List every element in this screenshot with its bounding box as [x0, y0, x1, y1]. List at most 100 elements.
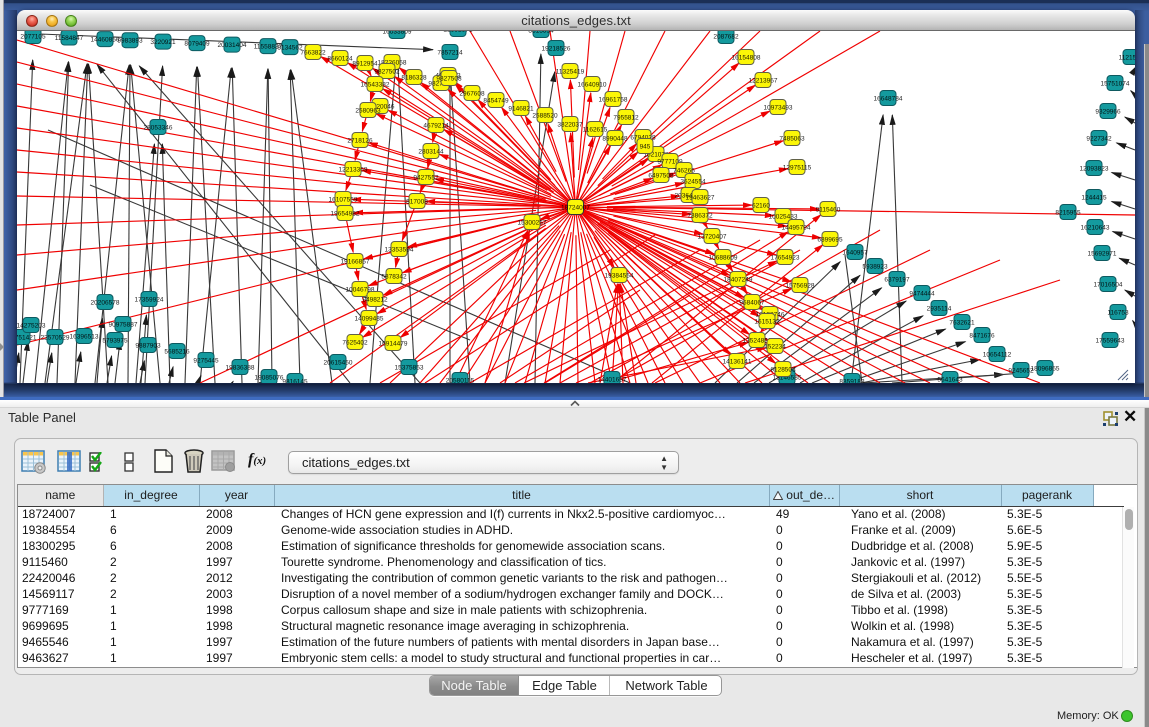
svg-text:9427552: 9427552 — [413, 175, 439, 182]
svg-text:16154808: 16154808 — [732, 55, 761, 62]
svg-text:8134562: 8134562 — [277, 45, 303, 52]
svg-text:16961758: 16961758 — [599, 97, 628, 104]
svg-text:1121513: 1121513 — [1119, 55, 1135, 62]
svg-text:5938923: 5938923 — [862, 264, 888, 271]
svg-text:945: 945 — [640, 144, 651, 151]
svg-text:15692971: 15692971 — [1088, 251, 1117, 258]
svg-text:7955812: 7955812 — [613, 115, 639, 122]
svg-text:2803144: 2803144 — [418, 149, 444, 156]
svg-text:14099485: 14099485 — [355, 316, 384, 323]
svg-text:6899695: 6899695 — [817, 237, 843, 244]
svg-text:16640910: 16640910 — [578, 82, 607, 89]
svg-text:2935114: 2935114 — [927, 306, 952, 313]
svg-text:18407249: 18407249 — [724, 277, 753, 284]
svg-text:17751421: 17751421 — [17, 335, 37, 342]
svg-text:18724007: 18724007 — [561, 205, 590, 212]
svg-text:15375853: 15375853 — [395, 365, 424, 372]
svg-text:10688609: 10688609 — [709, 255, 738, 262]
svg-text:15756928: 15756928 — [786, 283, 815, 290]
svg-text:19384554: 19384554 — [605, 273, 634, 280]
svg-text:8079409: 8079409 — [184, 41, 210, 48]
svg-text:17359924: 17359924 — [135, 297, 164, 304]
svg-text:7663822: 7663822 — [300, 50, 326, 57]
svg-text:1162615: 1162615 — [583, 127, 608, 134]
svg-text:8454749: 8454749 — [483, 98, 509, 105]
svg-text:3624554: 3624554 — [680, 179, 706, 186]
svg-text:20615450: 20615450 — [324, 360, 353, 367]
svg-text:2077105: 2077105 — [20, 34, 46, 41]
svg-text:12975115: 12975115 — [783, 165, 812, 172]
svg-text:6497508: 6497508 — [648, 173, 674, 180]
svg-text:62160: 62160 — [752, 203, 770, 210]
svg-text:9827508: 9827508 — [436, 76, 462, 83]
svg-text:9827502: 9827502 — [374, 69, 400, 76]
svg-text:14275203: 14275203 — [17, 323, 46, 330]
svg-text:9684067: 9684067 — [739, 300, 765, 307]
svg-text:22992872: 22992872 — [444, 31, 473, 34]
svg-text:13720407: 13720407 — [698, 234, 727, 241]
svg-text:10654112: 10654112 — [983, 352, 1012, 359]
svg-text:9115460: 9115460 — [816, 207, 841, 214]
svg-text:14136141: 14136141 — [723, 359, 752, 366]
svg-text:90975887: 90975887 — [109, 322, 138, 329]
svg-text:19463627: 19463627 — [686, 195, 715, 202]
svg-text:6379197: 6379197 — [884, 277, 910, 284]
svg-text:817008: 817008 — [406, 199, 428, 206]
svg-text:6128503: 6128503 — [770, 367, 796, 374]
svg-text:5685216: 5685216 — [164, 349, 190, 356]
svg-text:8359183: 8359183 — [839, 379, 865, 384]
svg-text:19218526: 19218526 — [542, 46, 571, 53]
svg-text:4679214: 4679214 — [423, 123, 449, 130]
svg-text:17016504: 17016504 — [1094, 282, 1123, 289]
svg-text:16033809: 16033809 — [383, 31, 412, 36]
svg-text:19085076: 19085076 — [255, 375, 284, 382]
svg-text:12093823: 12093823 — [1080, 166, 1109, 173]
svg-text:1615132: 1615132 — [754, 319, 780, 326]
svg-text:17559643: 17559643 — [1096, 338, 1125, 345]
svg-text:7386372: 7386372 — [687, 213, 713, 220]
svg-text:12213369: 12213369 — [339, 167, 368, 174]
svg-text:2580963: 2580963 — [355, 108, 381, 115]
svg-text:16543382: 16543382 — [361, 82, 390, 89]
svg-text:14460856: 14460856 — [91, 37, 120, 44]
svg-text:11584847: 11584847 — [55, 35, 84, 42]
svg-text:13353594: 13353594 — [385, 247, 414, 254]
svg-text:8912954: 8912954 — [352, 61, 378, 68]
svg-text:8215955: 8215955 — [1055, 210, 1081, 217]
svg-text:7632621: 7632621 — [949, 320, 975, 327]
svg-text:15300257: 15300257 — [518, 220, 547, 227]
svg-text:19166857: 19166857 — [341, 259, 370, 266]
svg-text:2588520: 2588520 — [532, 113, 558, 120]
svg-text:15751074: 15751074 — [1101, 81, 1130, 88]
svg-text:3822037: 3822037 — [557, 122, 583, 129]
svg-text:9146821: 9146821 — [508, 106, 534, 113]
svg-text:8990448: 8990448 — [602, 136, 628, 143]
svg-text:11325419: 11325419 — [556, 69, 585, 76]
svg-text:5793975: 5793975 — [102, 338, 128, 345]
svg-text:1244415: 1244415 — [1081, 195, 1107, 202]
svg-text:9887903: 9887903 — [135, 343, 161, 350]
svg-text:20580115: 20580115 — [446, 378, 475, 384]
svg-text:10973493: 10973493 — [764, 105, 793, 112]
svg-text:2718126: 2718126 — [347, 138, 373, 145]
svg-text:16648784: 16648784 — [874, 96, 903, 103]
svg-text:22570529: 22570529 — [41, 335, 70, 342]
svg-text:17654923: 17654923 — [771, 255, 800, 262]
svg-text:2087682: 2087682 — [713, 34, 739, 41]
svg-text:2967608: 2967608 — [459, 91, 485, 98]
svg-text:1640957: 1640957 — [842, 250, 868, 257]
svg-text:5641643: 5641643 — [937, 377, 963, 384]
svg-text:20031404: 20031404 — [218, 42, 247, 49]
svg-text:9498212: 9498212 — [362, 297, 388, 304]
svg-text:116753: 116753 — [1107, 310, 1129, 317]
svg-text:16914479: 16914479 — [379, 341, 408, 348]
svg-text:9227342: 9227342 — [1086, 136, 1112, 143]
svg-text:8471676: 8471676 — [969, 333, 995, 340]
svg-text:14401657: 14401657 — [598, 377, 627, 384]
svg-text:19654982: 19654982 — [331, 211, 360, 218]
svg-text:3220921: 3220921 — [150, 39, 176, 46]
svg-text:9474444: 9474444 — [909, 291, 935, 298]
svg-text:18096865: 18096865 — [1031, 366, 1060, 373]
svg-text:5878342: 5878342 — [381, 274, 407, 281]
svg-text:9329966: 9329966 — [1095, 109, 1121, 116]
